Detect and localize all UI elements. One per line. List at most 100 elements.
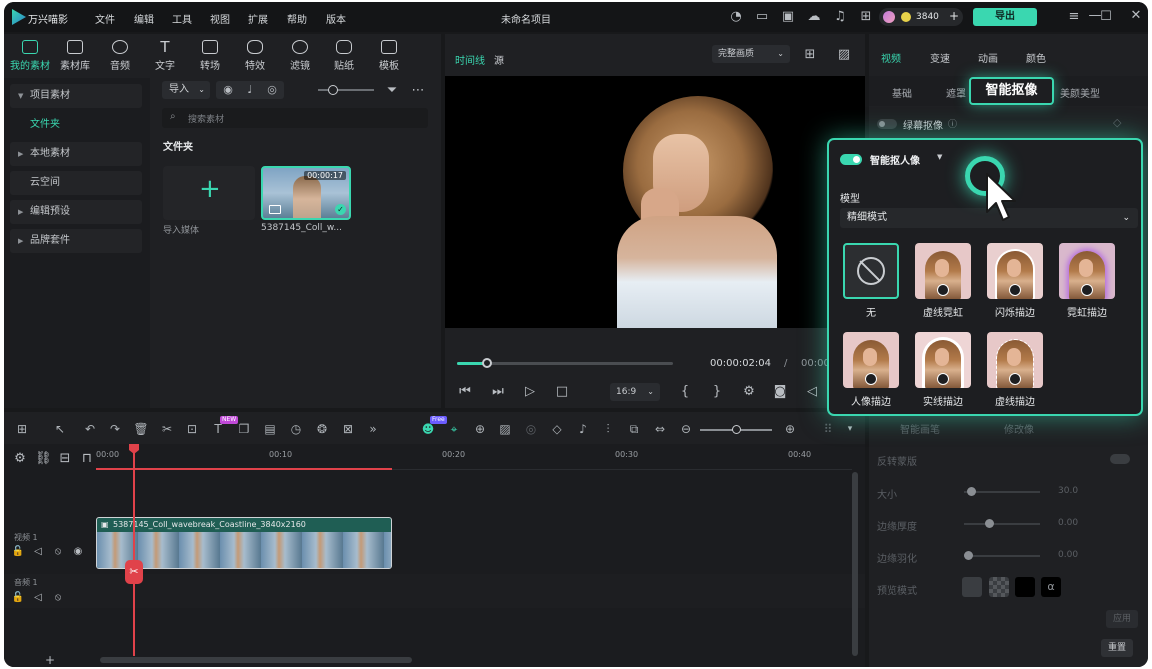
- grid-view-icon[interactable]: ⊞: [802, 48, 818, 62]
- microphone-icon[interactable]: ♩: [242, 83, 258, 97]
- export-button[interactable]: 导出: [973, 8, 1037, 26]
- play-icon[interactable]: ▷: [522, 385, 538, 399]
- menu-tools[interactable]: 工具: [172, 11, 192, 26]
- voice-icon[interactable]: ◎: [264, 83, 280, 97]
- smart-brush-button[interactable]: 智能画笔: [900, 421, 940, 436]
- audio-off-icon[interactable]: ⦸: [50, 545, 66, 559]
- aspect-dropdown[interactable]: 16:9 ⌄: [610, 383, 660, 401]
- volume-icon[interactable]: ◁: [804, 385, 820, 399]
- next-frame-icon[interactable]: ⏭: [490, 385, 506, 399]
- tab-stock[interactable]: 素材库: [53, 40, 97, 72]
- zoom-out-icon[interactable]: ⊖: [678, 422, 694, 436]
- size-slider-knob[interactable]: [967, 487, 976, 496]
- tab-filters[interactable]: 滤镜: [278, 40, 322, 72]
- sidebar-item-folder[interactable]: 文件夹: [10, 113, 142, 137]
- freeze-icon[interactable]: ▤: [262, 422, 278, 436]
- sidebar-item-presets[interactable]: ▶ 编辑预设: [10, 200, 142, 224]
- preview-mode-original[interactable]: [962, 577, 982, 597]
- edge-feather-slider[interactable]: [964, 555, 1040, 557]
- track-collapse-icon[interactable]: ⊓: [79, 452, 95, 466]
- tab-effects[interactable]: 特效: [233, 40, 277, 72]
- menu-extend[interactable]: 扩展: [248, 11, 268, 26]
- invert-mask-toggle[interactable]: [1110, 454, 1130, 464]
- menu-version[interactable]: 版本: [326, 11, 346, 26]
- timeline-zoom-slider[interactable]: [700, 425, 772, 434]
- mark-out-icon[interactable]: }: [709, 385, 725, 399]
- subtab-basic[interactable]: 基础: [892, 85, 912, 100]
- tab-speed[interactable]: 变速: [930, 50, 950, 65]
- select-tool-icon[interactable]: ↖: [52, 422, 68, 436]
- apply-button[interactable]: 应用: [1106, 610, 1138, 628]
- close-icon[interactable]: ✕: [1128, 9, 1144, 23]
- delete-icon[interactable]: 🗑: [133, 422, 149, 436]
- rebuild-button[interactable]: 修改像: [1004, 421, 1034, 436]
- track-settings-icon[interactable]: ⚙: [12, 452, 28, 466]
- caret-down-icon[interactable]: ▼: [937, 153, 942, 161]
- subtab-smart-cutout[interactable]: 智能抠像: [969, 77, 1054, 105]
- timeline-settings-icon[interactable]: ⠿: [820, 422, 836, 436]
- menu-help[interactable]: 帮助: [287, 11, 307, 26]
- audio-solo-icon[interactable]: ⦸: [50, 591, 66, 605]
- layout-icon[interactable]: ⊞: [14, 422, 30, 436]
- tab-color[interactable]: 颜色: [1026, 50, 1046, 65]
- preset-flicker-stroke[interactable]: [987, 243, 1043, 299]
- copy-icon[interactable]: ❐: [236, 422, 252, 436]
- preset-solid-stroke[interactable]: [915, 332, 971, 388]
- image-icon[interactable]: ▨: [497, 422, 513, 436]
- playhead-line[interactable]: [133, 446, 135, 656]
- zoom-slider[interactable]: [318, 85, 374, 95]
- preset-dashed-neon[interactable]: [915, 243, 971, 299]
- sidebar-item-local[interactable]: ▶ 本地素材: [10, 142, 142, 166]
- timeline-menu-chevron-icon[interactable]: ▾: [842, 422, 858, 436]
- timeline-vscroll[interactable]: [852, 472, 858, 656]
- tab-animation[interactable]: 动画: [978, 50, 998, 65]
- preset-none[interactable]: [843, 243, 899, 299]
- track-link-icon[interactable]: ⊟: [57, 452, 73, 466]
- add-credit-icon[interactable]: +: [949, 9, 959, 23]
- stop-icon[interactable]: □: [554, 385, 570, 399]
- audio-lock-icon[interactable]: 🔓: [10, 591, 26, 605]
- color-match-icon[interactable]: ❂: [314, 422, 330, 436]
- tab-my-assets[interactable]: 我的素材: [8, 40, 52, 72]
- screen-record-icon[interactable]: ◉: [220, 83, 236, 97]
- reset-button[interactable]: 重置: [1101, 639, 1133, 657]
- text-to-speech-icon[interactable]: T: [210, 422, 226, 436]
- tab-transition[interactable]: 转场: [188, 40, 232, 72]
- playback-progress[interactable]: [457, 358, 673, 368]
- media-clip-thumbnail[interactable]: 00:00:17 ✓: [261, 166, 351, 220]
- preview-canvas[interactable]: [445, 76, 865, 328]
- preset-dashed-stroke[interactable]: [987, 332, 1043, 388]
- more-tools-icon[interactable]: »: [365, 422, 381, 436]
- menu-edit[interactable]: 编辑: [134, 11, 154, 26]
- fit-icon[interactable]: ⇔: [652, 422, 668, 436]
- preview-mode-transparent[interactable]: [989, 577, 1009, 597]
- prev-frame-icon[interactable]: ⏮: [457, 385, 473, 399]
- import-dropdown[interactable]: 导入 ⌄: [162, 81, 210, 99]
- timeline-ruler[interactable]: [96, 444, 852, 470]
- auto-ripple-icon[interactable]: ◎: [523, 422, 539, 436]
- eye-icon[interactable]: ◉: [70, 545, 86, 559]
- speed-icon[interactable]: ◷: [288, 422, 304, 436]
- more-icon[interactable]: ⋯: [410, 84, 426, 98]
- ai-crop-icon[interactable]: ⊠: [340, 422, 356, 436]
- mark-in-icon[interactable]: {: [677, 385, 693, 399]
- support-icon[interactable]: ◔: [728, 10, 744, 24]
- search-input[interactable]: 搜索素材: [188, 112, 224, 125]
- save-icon[interactable]: ▣: [780, 10, 796, 24]
- preview-mode-black[interactable]: [1015, 577, 1035, 597]
- lock-icon[interactable]: 🔓: [10, 545, 26, 559]
- subtab-beauty[interactable]: 美颜美型: [1060, 85, 1100, 100]
- playhead-scissors-icon[interactable]: ✂: [125, 560, 143, 584]
- crop-icon[interactable]: ⊡: [184, 422, 200, 436]
- pip-icon[interactable]: ⧉: [626, 422, 642, 436]
- import-media-tile[interactable]: +: [163, 166, 255, 220]
- tab-templates[interactable]: 模板: [367, 40, 411, 72]
- tab-audio[interactable]: 音频: [98, 40, 142, 72]
- ai-mascot-icon[interactable]: ☻: [420, 422, 436, 436]
- tab-text[interactable]: T 文字: [143, 40, 187, 73]
- add-track-plus-icon[interactable]: +: [42, 653, 58, 667]
- snapshot-icon[interactable]: ◙: [772, 385, 788, 399]
- render-settings-icon[interactable]: ⚙: [741, 385, 757, 399]
- shield-icon[interactable]: ◇: [549, 422, 565, 436]
- undo-icon[interactable]: ↶: [82, 422, 98, 436]
